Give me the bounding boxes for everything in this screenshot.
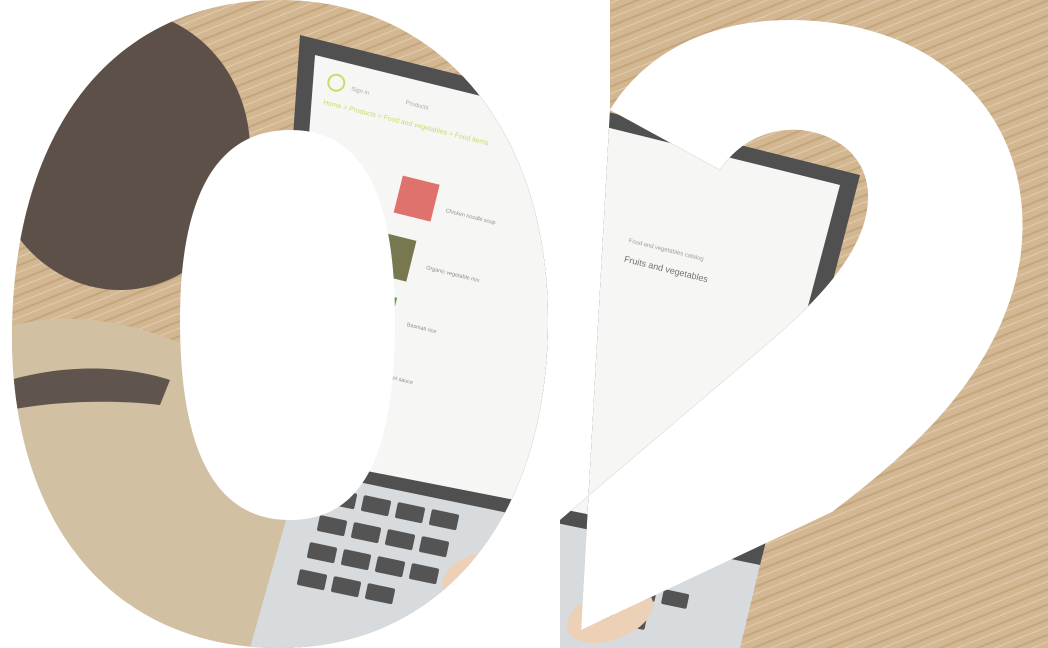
hero-image: Sign in Products Home > Products > Food … [11,0,1048,648]
digit-zero-counter [180,130,395,520]
photo-wash [11,0,1048,648]
photo-layer: Sign in Products Home > Products > Food … [11,0,1048,648]
